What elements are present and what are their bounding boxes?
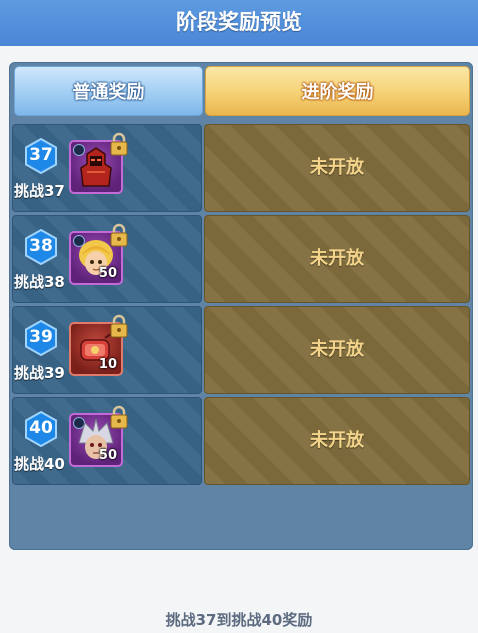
level-number: 40 [29, 418, 53, 438]
challenge-label: 挑战39 [14, 364, 65, 382]
lock-icon [110, 132, 128, 156]
advanced-reward-cell: 未开放 [204, 124, 470, 212]
item-quantity: 50 [98, 266, 117, 281]
challenge-label: 挑战40 [14, 455, 65, 473]
challenge-label: 挑战38 [14, 273, 65, 291]
tab-advanced-rewards[interactable]: 进阶奖励 [205, 66, 470, 116]
level-hex-badge: 39 [23, 319, 59, 357]
reward-row: 37 挑战37 未开放 [12, 124, 470, 212]
reward-row: 39 挑战39 10 未开放 [12, 306, 470, 394]
reward-range-caption: 挑战37到挑战40奖励 [165, 611, 313, 629]
advanced-reward-cell: 未开放 [204, 215, 470, 303]
normal-reward-cell: 39 挑战39 10 [12, 306, 202, 394]
normal-reward-cell: 38 挑战38 50 [12, 215, 202, 303]
lock-icon [110, 223, 128, 247]
challenge-label: 挑战37 [14, 182, 65, 200]
status-not-open: 未开放 [310, 248, 364, 269]
level-number: 39 [29, 327, 53, 347]
reward-row: 40 挑战40 50 未开放 [12, 397, 470, 485]
tab-normal-rewards[interactable]: 普通奖励 [14, 66, 203, 116]
reward-panel: 普通奖励 进阶奖励 37 挑战37 未开放 38 挑战38 50 未开放 39 … [9, 62, 473, 550]
reward-row: 38 挑战38 50 未开放 [12, 215, 470, 303]
advanced-reward-cell: 未开放 [204, 306, 470, 394]
level-hex-badge: 38 [23, 228, 59, 266]
level-number: 37 [29, 145, 53, 165]
item-quantity: 10 [98, 357, 117, 372]
advanced-reward-cell: 未开放 [204, 397, 470, 485]
normal-reward-cell: 37 挑战37 [12, 124, 202, 212]
level-hex-badge: 37 [23, 137, 59, 175]
status-not-open: 未开放 [310, 430, 364, 451]
normal-reward-cell: 40 挑战40 50 [12, 397, 202, 485]
lock-icon [110, 405, 128, 429]
level-hex-badge: 40 [23, 410, 59, 448]
level-number: 38 [29, 236, 53, 256]
item-quantity: 50 [98, 448, 117, 463]
lock-icon [110, 314, 128, 338]
status-not-open: 未开放 [310, 157, 364, 178]
status-not-open: 未开放 [310, 339, 364, 360]
page-title: 阶段奖励预览 [0, 0, 478, 46]
